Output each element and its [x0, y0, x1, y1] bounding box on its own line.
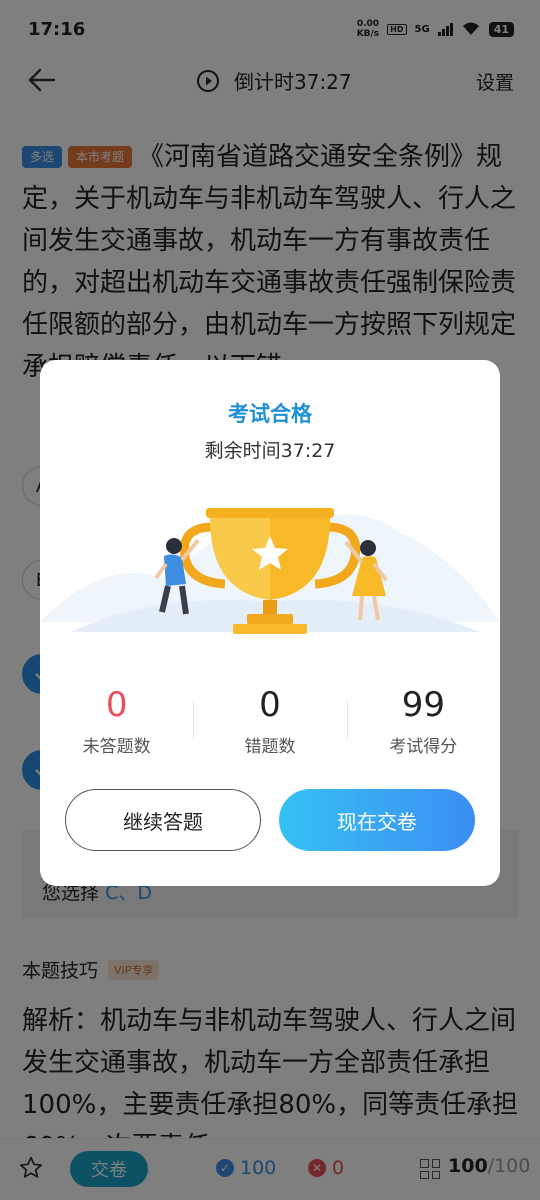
result-title: 考试合格 — [228, 402, 312, 426]
wrong-count-number: 0 — [259, 685, 281, 725]
submit-now-button[interactable]: 现在交卷 — [279, 789, 475, 851]
continue-answering-button[interactable]: 继续答题 — [65, 789, 261, 851]
score-label: 考试得分 — [389, 737, 458, 757]
unanswered-label: 未答题数 — [82, 737, 151, 757]
trophy-illustration — [40, 508, 500, 634]
score-value: 99 — [401, 685, 445, 725]
wrong-label: 错题数 — [244, 737, 296, 757]
exam-result-dialog: 考试合格 剩余时间37:27 0 未答题数 0 错题数 99 考试得分 继续答题… — [40, 360, 500, 886]
remaining-time: 剩余时间37:27 — [204, 440, 336, 462]
unanswered-count: 0 — [105, 685, 128, 725]
result-stats: 0 未答题数 0 错题数 99 考试得分 — [40, 682, 500, 757]
stat-score: 99 考试得分 — [346, 682, 500, 757]
stat-wrong: 0 错题数 — [193, 682, 346, 757]
stat-unanswered: 0 未答题数 — [40, 682, 193, 757]
